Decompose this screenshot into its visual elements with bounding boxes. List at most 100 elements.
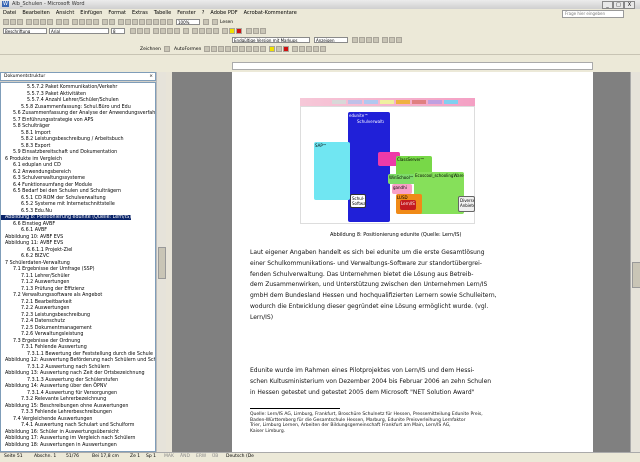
show-markup-button[interactable]: Anzeigen	[314, 37, 348, 43]
document-map-item[interactable]: 7.1 Ergebnisse der Umfrage (SSP)	[1, 267, 94, 272]
document-map-item[interactable]: 6.5.2 Systeme mit Internetschnittstelle	[1, 202, 115, 207]
document-map-item[interactable]: 7.1.3 Prüfung der Effizienz	[1, 287, 84, 292]
align-center-icon[interactable]	[160, 28, 166, 34]
body-paragraph-2[interactable]: Edunite wurde im Rahmen eines Pilotproje…	[250, 366, 491, 398]
document-map-item[interactable]: 7.3.1 Fehlende Auswertung	[1, 345, 87, 350]
select-objects-icon[interactable]	[164, 46, 170, 52]
document-map-item[interactable]: 5.8.1 Import	[1, 131, 51, 136]
document-map-item[interactable]: 5.8 Schulträger	[1, 124, 50, 129]
document-map-item[interactable]: Abbildung 18: Auswertungen in Auswertung…	[1, 443, 117, 448]
research-icon[interactable]	[63, 19, 69, 25]
document-map-item[interactable]: 7.2.1 Bearbeitbarkeit	[1, 300, 72, 305]
document-map-item[interactable]: Abbildung 10: AVBF EVS	[1, 235, 63, 240]
close-pane-icon[interactable]: ×	[149, 73, 153, 81]
document-map-item[interactable]: Abbildung 12: Auswertung Beförderung nac…	[1, 358, 155, 363]
track-changes-icon[interactable]	[389, 37, 395, 43]
read-button[interactable]: Lesen	[220, 19, 233, 26]
document-map-item[interactable]: 6.1 eduplan und CD	[1, 163, 61, 168]
redo-icon[interactable]	[109, 19, 115, 25]
menu-acrobat-comments[interactable]: Acrobat-Kommentare	[241, 9, 300, 18]
new-comment-icon[interactable]	[382, 37, 388, 43]
document-map-item[interactable]: 5.8.3 Export	[1, 144, 50, 149]
document-map-item[interactable]: 6.6.1 AVBF	[1, 228, 47, 233]
outside-border-icon[interactable]	[222, 28, 228, 34]
open-folder-icon[interactable]	[10, 19, 16, 25]
pdf-review-icon[interactable]	[260, 28, 266, 34]
tables-borders-icon[interactable]	[125, 19, 131, 25]
accept-change-icon[interactable]	[366, 37, 372, 43]
shadow-style-icon[interactable]	[313, 46, 319, 52]
help-search-input[interactable]: Frage hier eingeben	[562, 10, 624, 18]
document-map-item[interactable]: 6.5.1 CD ROM der Schulverwaltung	[1, 196, 106, 201]
read-icon[interactable]	[212, 19, 218, 25]
document-map-item[interactable]: 7.2.4 Datenschutz	[1, 319, 65, 324]
zoom-select[interactable]: 100%	[176, 19, 200, 25]
line-style-icon[interactable]	[292, 46, 298, 52]
positioning-figure[interactable]: edunite™ SAP™ ClassServer™ WinSchool™ ga…	[300, 98, 475, 238]
document-map-item[interactable]: Abbildung 17: Auswertung im Vergleich na…	[1, 436, 135, 441]
status-language[interactable]: Deutsch (De	[226, 453, 254, 461]
justify-icon[interactable]	[174, 28, 180, 34]
document-map-item[interactable]: 5.8.2 Leistungsbeschreibung / Arbeitsbuc…	[1, 137, 124, 142]
increase-indent-icon[interactable]	[213, 28, 219, 34]
document-map-item[interactable]: 6.5.3 Edu.Nu	[1, 209, 52, 214]
reject-change-icon[interactable]	[373, 37, 379, 43]
document-map-title[interactable]: Dokumentstruktur	[4, 74, 45, 79]
document-map-item[interactable]: 7.2.5 Dokumentmanagement	[1, 326, 92, 331]
underline-icon[interactable]	[144, 28, 150, 34]
spelling-icon[interactable]	[56, 19, 62, 25]
print-preview-icon[interactable]	[47, 19, 53, 25]
menu-bearbeiten[interactable]: Bearbeiten	[19, 9, 52, 18]
italic-icon[interactable]	[137, 28, 143, 34]
document-map-item[interactable]: 7.3.2 Relevante Lehrerbezeichnung	[1, 397, 106, 402]
numbering-icon[interactable]	[192, 28, 198, 34]
document-map-item[interactable]: 6.6.1.1 Projekt-Ziel	[1, 248, 73, 253]
document-map-item[interactable]: 6.4 Funktionsumfang der Module	[1, 183, 92, 188]
line-tool-icon[interactable]	[204, 46, 210, 52]
menu-help[interactable]: ?	[199, 9, 208, 18]
insert-excel-icon[interactable]	[139, 19, 145, 25]
document-map-item[interactable]: 7.2.2 Auswertungen	[1, 306, 69, 311]
document-map-scrollbar[interactable]	[156, 72, 166, 452]
show-hide-icon[interactable]	[167, 19, 173, 25]
document-map-item[interactable]: 7.4 Vergleichende Auswertungen	[1, 417, 92, 422]
menu-fenster[interactable]: Fenster	[174, 9, 199, 18]
reviewing-pane-icon[interactable]	[396, 37, 402, 43]
minimize-button[interactable]: _	[602, 1, 613, 9]
next-change-icon[interactable]	[359, 37, 365, 43]
pdf-create-icon[interactable]	[246, 28, 252, 34]
dash-style-icon[interactable]	[299, 46, 305, 52]
email-icon[interactable]	[33, 19, 39, 25]
picture-icon[interactable]	[260, 46, 266, 52]
drawing-menu-button[interactable]: Zeichnen	[140, 46, 161, 53]
align-left-icon[interactable]	[153, 28, 159, 34]
document-map-item[interactable]: 5.6 Zusammenfassung der Analyse der Anwe…	[1, 111, 155, 116]
status-macro[interactable]: MAK	[164, 453, 174, 461]
document-map-item[interactable]: Abbildung 14: Auswertung über den ÖPNV	[1, 384, 107, 389]
menu-einfuegen[interactable]: Einfügen	[77, 9, 105, 18]
document-map-item[interactable]: 7.2.6 Verwaltungsleistung	[1, 332, 83, 337]
status-overtype[interactable]: ÜB	[212, 453, 218, 461]
document-scroll-thumb[interactable]	[632, 262, 640, 288]
document-map-item[interactable]: 5.7 Einführungsstrategie von APS	[1, 118, 93, 123]
save-icon[interactable]	[17, 19, 23, 25]
document-map-item[interactable]: Abbildung 11: AVBF EVS	[1, 241, 63, 246]
document-map-item[interactable]: 7.1.2 Auswertungen	[1, 280, 69, 285]
document-map-icon[interactable]	[160, 19, 166, 25]
arrow-style-icon[interactable]	[306, 46, 312, 52]
word-app-icon[interactable]: W	[2, 1, 9, 7]
vertical-ruler[interactable]	[166, 72, 172, 452]
help-icon[interactable]	[203, 19, 209, 25]
document-map-item[interactable]: 5.5.7.2 Paket Kommunikation/Verkehr	[1, 85, 117, 90]
columns-icon[interactable]	[146, 19, 152, 25]
decrease-indent-icon[interactable]	[206, 28, 212, 34]
document-map-item[interactable]: 6.6.2 BIZVC	[1, 254, 49, 259]
document-map-item[interactable]: 7.3.1.2 Auswertung nach Schülern	[1, 365, 110, 370]
line-color-icon[interactable]	[276, 46, 282, 52]
body-paragraph-1[interactable]: Laut eigener Angaben handelt es sich bei…	[250, 248, 497, 324]
bullets-icon[interactable]	[199, 28, 205, 34]
document-map-item[interactable]: 5.9 Einsatzbereitschaft und Dokumentatio…	[1, 150, 117, 155]
document-map-item[interactable]: Abbildung 13: Auswertung nach Zeit der O…	[1, 371, 145, 376]
document-map[interactable]: 5.5.7.2 Paket Kommunikation/Verkehr 5.5.7…	[0, 82, 156, 452]
print-icon[interactable]	[40, 19, 46, 25]
